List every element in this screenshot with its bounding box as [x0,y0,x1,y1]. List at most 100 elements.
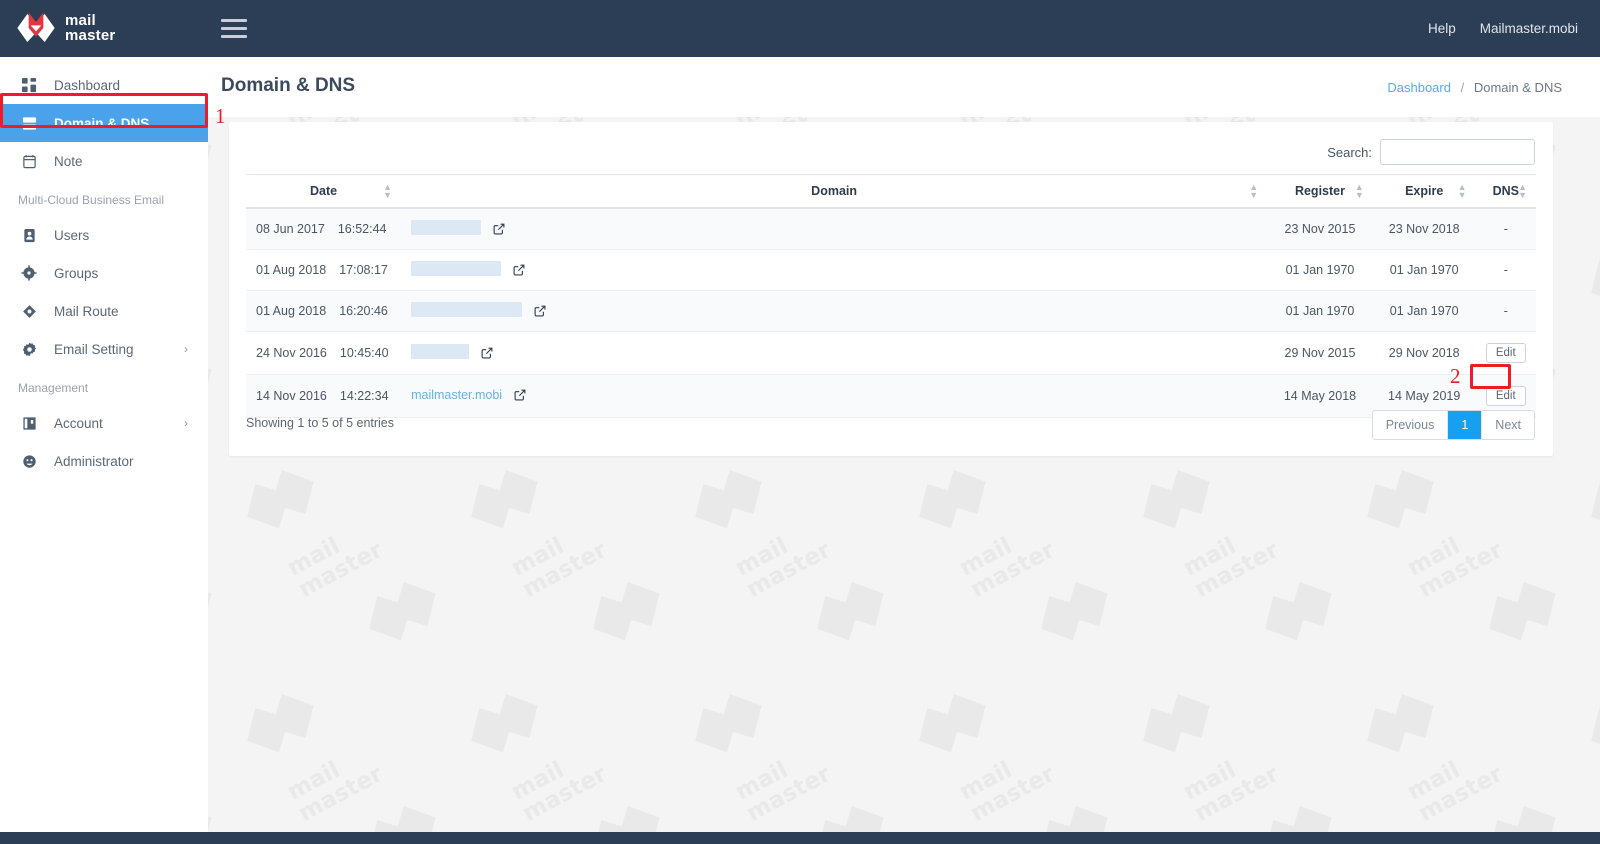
dns-edit-button[interactable]: Edit [1485,343,1526,363]
cell-expire: 23 Nov 2018 [1372,208,1476,250]
column-header-domain[interactable]: Domain ▲ ▼ [401,174,1268,209]
search-input[interactable] [1380,139,1535,165]
pagination-next[interactable]: Next [1481,411,1534,439]
top-navbar: mail master Help Mailmaster.mobi [0,0,1600,57]
cell-date: 01 Aug 2018 16:20:46 [246,290,402,332]
mailmaster-logo-icon [17,12,55,42]
breadcrumb-separator: / [1460,80,1465,95]
cell-domain [401,208,1268,250]
time-value: 14:22:34 [339,389,389,403]
admin-face-icon [18,454,40,469]
sidebar-item-label: Domain & DNS [54,115,150,131]
column-label: DNS [1492,184,1519,198]
cell-date: 01 Aug 2018 17:08:17 [246,249,402,291]
pagination-page-1[interactable]: 1 [1447,411,1482,439]
column-header-register[interactable]: Register ▲ ▼ [1267,174,1373,209]
topbar-actions: Help Mailmaster.mobi [1428,0,1578,57]
domain-table-card: Search: Date ▲▼ Domain ▲▼ Register ▲▼ [229,122,1553,456]
sidebar-group-title-business-email: Multi-Cloud Business Email [18,193,165,207]
sidebar-toggle-button[interactable] [221,15,247,41]
sidebar-item-administrator[interactable]: Administrator [0,442,208,480]
groups-icon [18,265,40,281]
column-header-dns[interactable]: DNS ▲ ▼ [1475,174,1536,209]
page-header: Domain & DNS Dashboard / Domain & DNS [208,57,1600,117]
cell-date: 14 Nov 2016 14:22:34 [246,374,402,418]
cell-date: 08 Jun 2017 16:52:44 [246,208,402,250]
table-row: 01 Aug 2018 17:08:17 01 Jan 1970 01 Jan 197… [246,249,1536,291]
table-row: 01 Aug 2018 16:20:46 01 Jan 1970 01 Jan 197… [246,290,1536,332]
external-link-icon[interactable] [513,264,525,279]
pagination-previous[interactable]: Previous [1373,411,1448,439]
cell-domain [401,290,1268,332]
breadcrumb: Dashboard / Domain & DNS [1387,80,1562,95]
column-header-expire[interactable]: Expire ▲ ▼ [1372,174,1476,209]
sidebar-item-dashboard[interactable]: Dashboard [0,66,208,104]
sidebar-item-mail-route[interactable]: Mail Route [0,292,208,330]
sidebar-item-users[interactable]: Users [0,216,208,254]
table-header-row: Date ▲ ▼ Domain ▲ ▼ Register ▲ ▼ Expire ▲ ▼ [246,174,1536,209]
table-row: 24 Nov 2016 10:45:40 29 Nov 2015 29 Nov 201… [246,331,1536,375]
column-label: Expire [1405,184,1444,198]
sidebar-item-label: Note [54,153,83,169]
cell-expire: 29 Nov 2018 [1372,331,1476,375]
redacted-domain [411,344,470,359]
external-link-icon[interactable] [481,347,493,362]
date-value: 14 Nov 2016 [256,389,327,403]
sort-icon: ▲ ▼ [383,182,393,200]
column-header-date[interactable]: Date ▲ ▼ [246,174,402,209]
dns-edit-button[interactable]: Edit [1485,386,1526,406]
breadcrumb-dashboard-link[interactable]: Dashboard [1387,80,1451,95]
column-label: Register [1294,184,1345,198]
breadcrumb-current: Domain & DNS [1473,80,1562,95]
brand-logo[interactable]: mail master [16,9,115,47]
bottom-strip [0,832,1600,844]
table-row: 08 Jun 2017 16:52:44 23 Nov 2015 23 Nov 201… [246,208,1536,250]
cell-register: 23 Nov 2015 [1267,208,1373,250]
account-menu-link[interactable]: Mailmaster.mobi [1480,21,1578,36]
pagination: Previous 1 Next [1371,410,1535,440]
domain-link[interactable]: mailmaster.mobi [411,388,502,402]
dns-empty-value: - [1503,304,1508,318]
book-icon [18,416,40,431]
grid-icon [18,77,40,93]
sort-icon: ▲ ▼ [1518,182,1527,200]
sidebar-item-account[interactable]: Account › [0,404,208,442]
external-link-icon[interactable] [514,389,526,404]
page-title: Domain & DNS [221,75,356,96]
search-label: Search: [1327,144,1372,160]
time-value: 17:08:17 [339,263,388,277]
date-value: 01 Aug 2018 [256,304,327,318]
cell-domain [401,331,1268,375]
sidebar-item-label: Users [54,227,90,243]
cell-domain: mailmaster.mobi [401,374,1268,418]
chevron-right-icon: › [184,342,188,356]
redacted-domain [411,302,523,317]
cell-register: 01 Jan 1970 [1267,249,1373,291]
sidebar-item-email-setting[interactable]: Email Setting › [0,330,208,368]
date-value: 08 Jun 2017 [256,222,325,236]
sidebar-item-groups[interactable]: Groups [0,254,208,292]
sidebar-item-domain-dns[interactable]: Domain & DNS [0,104,208,142]
date-value: 24 Nov 2016 [256,346,327,360]
sidebar-item-note[interactable]: Note [0,142,208,180]
cell-dns: Edit [1475,331,1536,375]
brand-line-2: master [65,27,116,44]
redacted-domain [411,220,482,235]
time-value: 16:20:46 [339,304,388,318]
cell-date: 24 Nov 2016 10:45:40 [246,331,402,375]
sidebar-item-label: Account [54,415,103,431]
external-link-icon[interactable] [493,223,505,238]
brand-line-1: mail [65,11,96,29]
sort-icon: ▲ ▼ [1457,182,1467,200]
user-card-icon [18,228,40,243]
cell-expire: 01 Jan 1970 [1372,249,1476,291]
help-link[interactable]: Help [1428,21,1456,36]
hamburger-bar [221,34,247,38]
cell-register: 29 Nov 2015 [1267,331,1373,375]
external-link-icon[interactable] [534,305,546,320]
table-info: Showing 1 to 5 of 5 entries [246,416,395,430]
date-value: 01 Aug 2018 [256,263,327,277]
brand-wordmark: mail master [65,11,116,44]
table-head: Date ▲ ▼ Domain ▲ ▼ Register ▲ ▼ Expire ▲ ▼ [246,174,1536,209]
dns-empty-value: - [1503,222,1508,236]
